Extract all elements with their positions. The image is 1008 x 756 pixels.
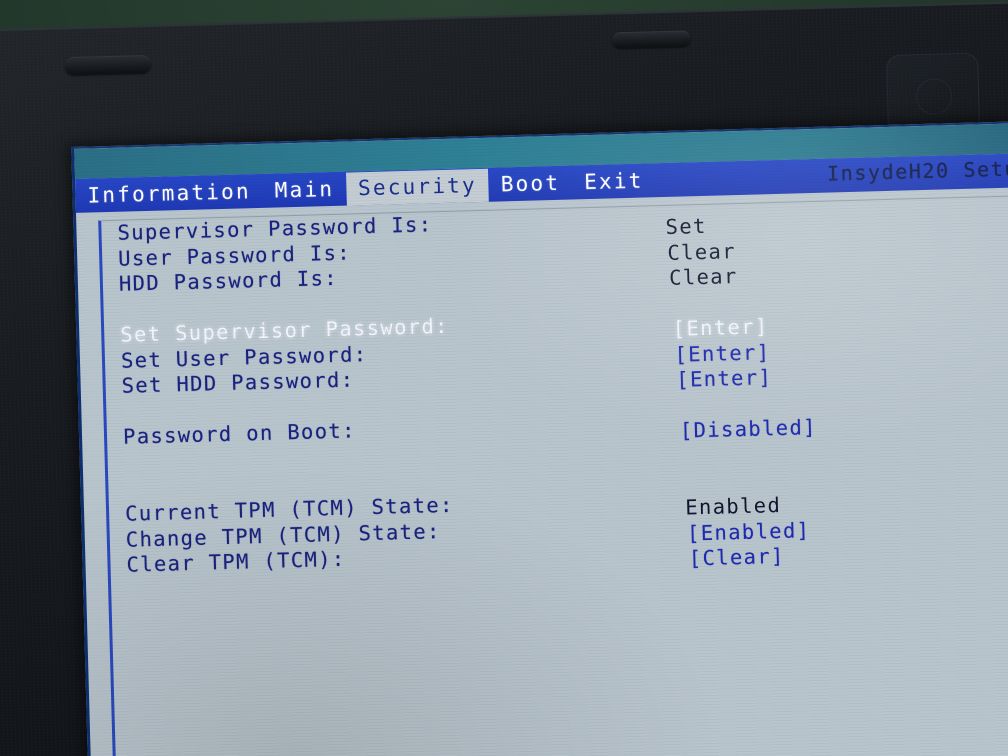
menu-tab-information[interactable]: Information xyxy=(75,174,263,212)
laptop-lid: Information Main Security Boot Exit InsydeH2… xyxy=(0,0,1008,756)
bezel-bumper-right xyxy=(612,30,691,49)
setting-value[interactable]: [Clear] xyxy=(689,544,785,571)
menu-tab-main[interactable]: Main xyxy=(262,172,346,207)
laptop-screen: Information Main Security Boot Exit InsydeH2… xyxy=(71,119,1008,756)
bezel-bumper-left xyxy=(64,54,152,76)
bios-content-panel: Supervisor Password Is: Set User Password … xyxy=(98,193,1008,756)
menu-tab-boot[interactable]: Boot xyxy=(488,166,572,201)
setting-value[interactable]: [Disabled] xyxy=(680,415,818,443)
menu-tab-exit[interactable]: Exit xyxy=(572,164,656,199)
photograph-of-laptop: Information Main Security Boot Exit InsydeH2… xyxy=(0,0,1008,756)
menu-tab-security[interactable]: Security xyxy=(345,168,490,206)
setting-value: Clear xyxy=(668,264,738,290)
setting-label: Clear TPM (TCM): xyxy=(126,546,346,577)
setting-value[interactable]: [Enter] xyxy=(676,365,772,392)
bezel-plate xyxy=(886,52,981,133)
